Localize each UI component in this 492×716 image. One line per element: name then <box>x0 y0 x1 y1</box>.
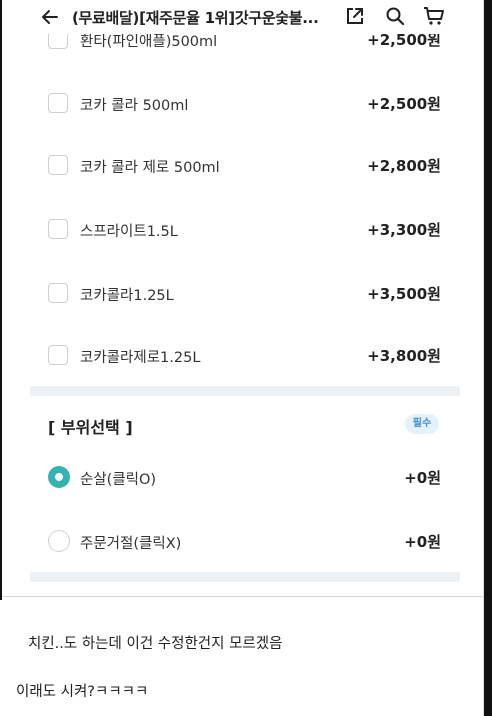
frame-border <box>484 0 492 716</box>
required-badge: 필수 <box>405 414 439 434</box>
option-row-coke-zero-125[interactable]: 코카콜라제로1.25L +3,800원 <box>48 342 441 370</box>
radio-row-reject-order[interactable]: 주문거절(클릭X) +0원 <box>48 528 441 556</box>
share-icon[interactable] <box>345 6 365 26</box>
option-label: 코카콜라제로1.25L <box>80 350 201 366</box>
option-checkbox[interactable] <box>48 93 68 113</box>
back-arrow-icon[interactable] <box>40 7 60 27</box>
radio-button-selected[interactable] <box>48 466 70 488</box>
option-label: 코카 콜라 500ml <box>80 98 189 114</box>
option-row-coke-zero-500[interactable]: 코카 콜라 제로 500ml +2,800원 <box>48 152 441 180</box>
section-divider <box>30 572 460 582</box>
option-price: +0원 <box>404 533 441 551</box>
option-label: 주문거절(클릭X) <box>80 536 182 552</box>
option-row-coke-500[interactable]: 코카 콜라 500ml +2,500원 <box>48 90 441 118</box>
option-price: +3,800원 <box>367 347 441 365</box>
option-checkbox[interactable] <box>48 283 68 303</box>
option-price: +3,300원 <box>367 221 441 239</box>
section-divider <box>30 386 460 396</box>
option-price: +3,500원 <box>367 285 441 303</box>
page-title: (무료배달)[재주문율 1위]갓구운숯불... <box>72 9 319 27</box>
option-row-coke-125[interactable]: 코카콜라1.25L +3,500원 <box>48 280 441 308</box>
option-checkbox[interactable] <box>48 219 68 239</box>
caption-text: 이래도 시켜?ㅋㅋㅋㅋ <box>16 684 149 700</box>
option-label: 순살(클릭O) <box>80 472 157 488</box>
option-checkbox[interactable] <box>48 155 68 175</box>
section-title: [ 부위선택 ] <box>48 418 133 437</box>
option-label: 코카 콜라 제로 500ml <box>80 160 220 176</box>
app-screen: 환타(파인애플)500ml +2,500원 (무료배달)[재주문율 1위]갓구운… <box>2 0 483 597</box>
option-price: +2,500원 <box>367 95 441 113</box>
search-icon[interactable] <box>385 6 405 26</box>
option-label: 코카콜라1.25L <box>80 288 174 304</box>
caption-text: 치킨..도 하는데 이건 수정한건지 모르겠음 <box>28 636 283 652</box>
top-bar: (무료배달)[재주문율 1위]갓구운숯불... <box>2 0 483 34</box>
cart-icon[interactable] <box>423 6 445 26</box>
radio-row-boneless[interactable]: 순살(클릭O) +0원 <box>48 464 441 492</box>
option-row-sprite[interactable]: 스프라이트1.5L +3,300원 <box>48 216 441 244</box>
option-label: 스프라이트1.5L <box>80 224 178 240</box>
radio-button[interactable] <box>48 530 70 552</box>
option-price: +0원 <box>404 469 441 487</box>
option-price: +2,800원 <box>367 157 441 175</box>
option-checkbox[interactable] <box>48 345 68 365</box>
